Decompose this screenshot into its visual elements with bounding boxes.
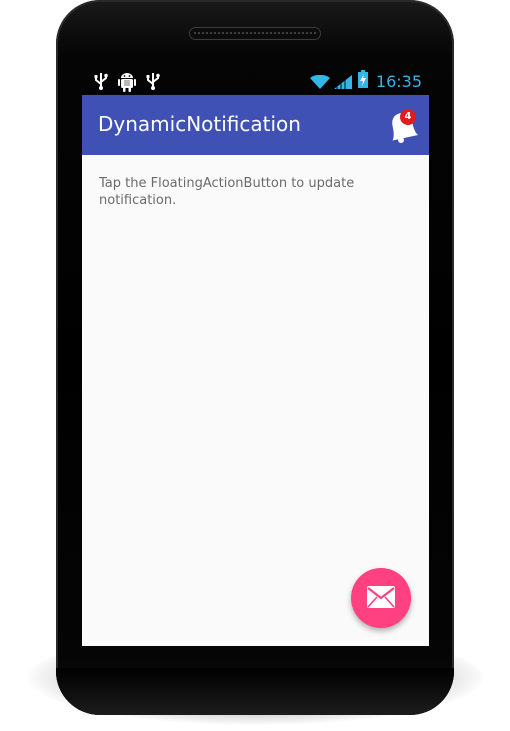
usb-icon — [94, 72, 108, 94]
wifi-icon — [310, 74, 330, 93]
signal-icon — [334, 74, 352, 93]
notification-button[interactable]: 4 — [384, 107, 424, 147]
notification-badge: 4 — [400, 109, 416, 125]
usb-icon — [146, 72, 160, 94]
instruction-text: Tap the FloatingActionButton to update n… — [99, 176, 355, 208]
bell-icon — [384, 113, 424, 151]
app-title: DynamicNotification — [98, 112, 301, 136]
floating-action-button[interactable] — [351, 568, 411, 628]
app-screen: DynamicNotification 4 Tap the FloatingAc… — [82, 95, 429, 646]
android-debug-icon — [118, 72, 136, 96]
status-time: 16:35 — [375, 72, 422, 91]
battery-charging-icon — [358, 70, 368, 92]
speaker-grille — [189, 27, 321, 40]
status-bar: 16:35 — [82, 66, 429, 95]
app-bar: DynamicNotification 4 — [82, 95, 429, 155]
phone-bottom-bezel — [56, 668, 454, 715]
